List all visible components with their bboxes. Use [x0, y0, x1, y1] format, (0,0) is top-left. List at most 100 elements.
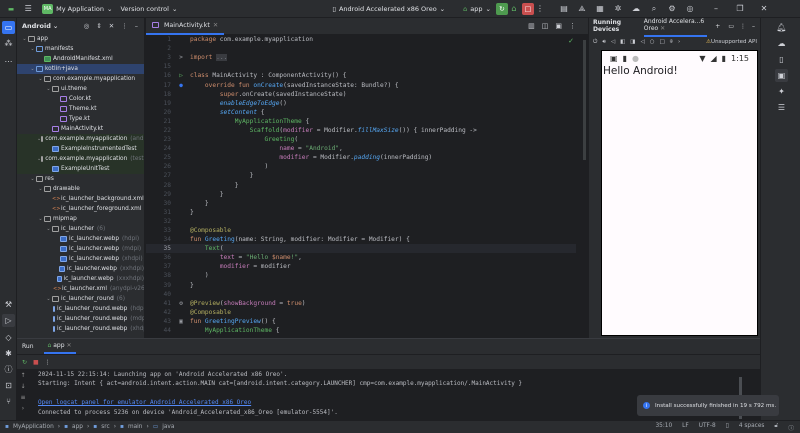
close-tab-icon[interactable]: ✕ — [66, 342, 71, 349]
close-button[interactable]: ✕ — [758, 3, 770, 15]
tree-item[interactable]: ⌄ mipmap — [17, 214, 144, 224]
home-icon[interactable]: ○ — [650, 39, 655, 45]
terminal-icon[interactable]: ⊡ — [2, 379, 15, 392]
code-line[interactable]: 33 @Composable — [146, 226, 576, 235]
code-lines[interactable]: 1 package com.example.myapplication 2 3 > imp… — [146, 35, 576, 335]
tree-item[interactable]: ic_launcher_round.webp(hdpi) — [17, 304, 144, 314]
breadcrumb-item[interactable]: src — [101, 424, 109, 430]
add-device-icon[interactable]: + — [715, 23, 720, 30]
code-view-icon[interactable]: ▥ — [528, 22, 535, 30]
notifications-icon[interactable]: 🔔︎ — [775, 21, 788, 34]
device-manager-icon[interactable]: ▤ — [558, 3, 570, 15]
breadcrumb-item[interactable]: app — [72, 424, 83, 430]
code-line[interactable]: 27 } — [146, 171, 576, 180]
code-line[interactable]: 30 } — [146, 199, 576, 208]
emulator-screen[interactable]: ▣ ▮ ● ▼ ◢ ▮ 1:15 Hello Android! — [601, 50, 758, 336]
code-line[interactable]: 16 ▷ class MainActivity : ComponentActivit… — [146, 71, 576, 80]
line-separator[interactable]: LF — [682, 423, 689, 432]
tree-item[interactable]: AndroidManifest.xml — [17, 54, 144, 64]
code-line[interactable]: 22 Scaffold(modifier = Modifier.fillMaxS… — [146, 126, 576, 135]
tree-item[interactable]: ic_launcher.webp (xhdpi) — [17, 254, 144, 264]
file-encoding[interactable]: UTF-8 — [699, 423, 716, 432]
tree-item[interactable]: Color.kt — [17, 94, 144, 104]
debug-icon[interactable]: ✲ — [612, 3, 624, 15]
back-icon[interactable]: ◁ — [640, 39, 644, 45]
code-line[interactable]: 40 — [146, 290, 576, 299]
code-line[interactable]: 38 ) — [146, 271, 576, 280]
minimize-button[interactable]: – — [710, 3, 722, 15]
scroll-up-icon[interactable]: ↑ — [17, 370, 29, 381]
code-line[interactable]: 41 ⚙ @Preview(showBackground = true) — [146, 299, 576, 308]
apply-changes-button[interactable]: ⌂ — [508, 3, 520, 15]
tree-item[interactable]: ⌄ ic_launcher (6) — [17, 224, 144, 234]
emulator-extras-icon[interactable]: ✦ — [775, 85, 788, 98]
stop-button[interactable]: □ — [521, 2, 534, 15]
code-line[interactable]: 39} — [146, 281, 576, 290]
project-view-selector[interactable]: Android — [22, 22, 51, 30]
tree-item[interactable]: ⌄com.example.myapplication(androidTest) — [17, 134, 144, 144]
console-output[interactable]: 2024-11-15 22:15:14: Launching app on 'A… — [38, 370, 522, 420]
tree-item[interactable]: ic_launcher_round.webp(mdpi) — [17, 314, 144, 324]
more-icon[interactable]: ⋮ — [569, 22, 576, 30]
more-chevron-icon[interactable]: › — [678, 39, 680, 45]
account-icon[interactable]: ◎ — [684, 3, 696, 15]
tree-item[interactable]: ⌄ ui.theme — [17, 84, 144, 94]
code-line[interactable]: 28 } — [146, 181, 576, 190]
code-line[interactable]: 31} — [146, 208, 576, 217]
scroll-down-icon[interactable]: ↓ — [17, 381, 29, 392]
code-line[interactable]: 43 ▣ fun GreetingPreview() { — [146, 317, 576, 326]
rerun-button[interactable]: ↻ — [495, 2, 508, 15]
design-view-icon[interactable]: ▣ — [555, 22, 562, 30]
code-line[interactable]: 17 ● override fun onCreate(savedInstanceS… — [146, 80, 576, 89]
rotate-left-icon[interactable]: ◧ — [620, 39, 625, 45]
hide-icon[interactable]: – — [135, 22, 138, 30]
restore-button[interactable]: ❐ — [734, 3, 746, 15]
tree-item[interactable]: ExampleInstrumentedTest — [17, 144, 144, 154]
running-devices-icon[interactable]: ▣ — [775, 69, 788, 82]
soft-wrap-icon[interactable]: ≡ — [17, 392, 29, 403]
expand-icon[interactable]: › — [17, 403, 29, 414]
hide-icon[interactable]: – — [752, 23, 755, 30]
breadcrumb-item[interactable]: main — [128, 424, 142, 430]
more-icon[interactable]: ⋮ — [45, 359, 51, 366]
settings-icon[interactable]: ⚙ — [666, 3, 678, 15]
gemini-icon[interactable]: ☁ — [775, 37, 788, 50]
code-line[interactable]: 23 Greeting( — [146, 135, 576, 144]
code-line[interactable]: 34 fun Greeting(name: String, modifier: M… — [146, 235, 576, 244]
reader-mode-icon[interactable]: ▯ — [726, 423, 729, 432]
breadcrumb-item[interactable]: java — [162, 424, 174, 430]
tree-item[interactable]: ⌄ res — [17, 174, 144, 184]
device-tab[interactable]: Android Accelera...6 Oreo ✕ — [643, 15, 708, 37]
tree-item[interactable]: ic_launcher.webp (hdpi) — [17, 234, 144, 244]
code-line[interactable]: 36 text = "Hello $name!", — [146, 253, 576, 262]
run-tab-app[interactable]: ⌂ app ✕ — [43, 339, 76, 354]
more-icon[interactable]: ⋮ — [534, 3, 546, 15]
locate-icon[interactable]: ◎ — [84, 22, 90, 30]
more-tools-icon[interactable]: … — [2, 53, 15, 66]
tree-item[interactable]: ⌄ com.example.myapplication — [17, 74, 144, 84]
project-folder-icon[interactable]: ▭ — [2, 21, 15, 34]
code-line[interactable]: 35 Text( — [146, 244, 576, 254]
tree-item[interactable]: ⌄ manifests — [17, 44, 144, 54]
tree-item[interactable]: ExampleUnitTest — [17, 164, 144, 174]
code-line[interactable]: 3 > import ... — [146, 53, 576, 62]
code-line[interactable]: 37 modifier = modifier — [146, 262, 576, 271]
run-config-selector[interactable]: ⌂ app ⌄ — [463, 5, 491, 13]
code-line[interactable]: 42 @Composable — [146, 308, 576, 317]
problems-icon[interactable]: ⓘ — [2, 363, 15, 376]
tree-item[interactable]: ⌄ drawable — [17, 184, 144, 194]
indent-setting[interactable]: 4 spaces — [739, 423, 765, 432]
options-icon[interactable]: ⋮ — [121, 22, 128, 30]
close-tab-icon[interactable]: ✕ — [660, 25, 665, 32]
vcs-selector[interactable]: Version control ⌄ — [120, 5, 177, 13]
tree-item[interactable]: MainActivity.kt — [17, 124, 144, 134]
breadcrumb-item[interactable]: MyApplication — [13, 424, 54, 430]
tab-mainactivity[interactable]: MainActivity.kt ✕ — [146, 18, 225, 35]
resource-manager-icon[interactable]: ⁂ — [2, 37, 15, 50]
tree-item[interactable]: ic_launcher.webp (mdpi) — [17, 244, 144, 254]
tree-item[interactable]: <> ic_launcher_foreground.xml — [17, 204, 144, 214]
app-quality-icon[interactable]: ◇ — [2, 331, 15, 344]
git-icon[interactable]: ⑂ — [2, 395, 15, 408]
tree-item[interactable]: ic_launcher.webp (xxhdpi) — [17, 264, 144, 274]
code-line[interactable]: 2 — [146, 44, 576, 53]
